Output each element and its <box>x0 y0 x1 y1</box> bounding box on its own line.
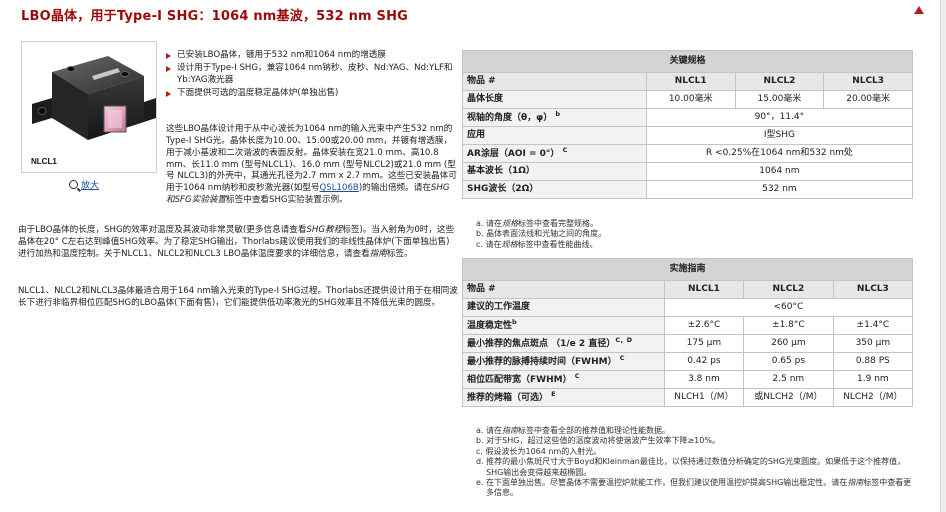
key-specs-title: 关键规格 <box>462 50 913 73</box>
p2-text-before: 由于LBO晶体的长度，SHG的效率对温度及其波动非常灵敏(更多信息请查看 <box>18 225 307 235</box>
spec-value: 175 μm <box>663 334 745 353</box>
spec-label: 应用 <box>462 126 647 145</box>
description-paragraph-1: 这些LBO晶体设计用于从中心波长为1064 nm的输入光束中产生532 nm的T… <box>166 124 458 207</box>
p1-text-after: 标签中查看SHG实验装置示例。 <box>226 195 348 206</box>
spec-label: 建议的工作温度 <box>462 298 665 317</box>
footnote: c. 假设波长为1064 nm的入射光。 <box>476 446 602 456</box>
spec-value: 0.65 ps <box>743 352 834 371</box>
spec-value: 0.42 ps <box>663 352 745 371</box>
spec-value: R <0.25%在1064 nm和532 nm处 <box>645 144 914 163</box>
spec-value: NLCH1（/M） <box>663 388 745 407</box>
magnifier-icon <box>69 180 78 189</box>
spec-value: 或NLCH2（/M） <box>743 388 834 407</box>
shg-tutorial-tab-ref: SHG教程 <box>306 225 343 235</box>
lbo-crystal-mount-icon <box>32 56 156 140</box>
operating-specs-col-nlcl1: NLCL1 <box>663 280 745 299</box>
operating-specs-col-nlcl3: NLCL3 <box>832 280 914 299</box>
product-image[interactable]: NLCL1 <box>21 41 157 173</box>
spec-label: 最小推荐的焦点斑点 （1/e 2 直径）C，D <box>462 334 665 353</box>
table-row: 视轴的角度（θ，φ） b 90°，11.4° <box>462 108 914 127</box>
spec-label: 视轴的角度（θ，φ） b <box>462 108 647 127</box>
qsl106b-link[interactable]: QSL106B <box>320 183 359 193</box>
table-row: 基本波长（1Ω） 1064 nm <box>462 162 914 181</box>
table-row: 推荐的烤箱（可选） E NLCH1（/M） 或NLCH2（/M） NLCH2（/… <box>462 388 914 407</box>
table-row: 温度稳定性b ±2.6°C ±1.8°C ±1.4°C <box>462 316 914 335</box>
footnote: c. 请在规格标签中查看性能曲线。 <box>476 239 598 249</box>
spec-value: 532 nm <box>645 180 914 199</box>
spec-label: AR涂层（AOI = 0°） C <box>462 144 647 163</box>
spec-value: 3.8 nm <box>663 370 745 389</box>
spec-label: 晶体长度 <box>462 90 647 109</box>
guide-tab-ref: 指南 <box>369 248 387 259</box>
key-specs-footnotes: a. 请在规格标签中查看完整规格。 b. 晶体表面法线和光轴之间的角度。 c. … <box>476 219 906 250</box>
footnote: e. 在下面单独出售。尽管晶体不需要温控炉就能工作，但我们建议使用温控炉提高SH… <box>476 477 912 498</box>
spec-value: 10.00毫米 <box>645 90 736 109</box>
footnote: a. 请在规格标签中查看完整规格。 <box>476 219 598 228</box>
p2-text-after: 标签。 <box>386 248 413 259</box>
spec-value: 90°，11.4° <box>645 108 914 127</box>
key-specs-col-nlcl2: NLCL2 <box>734 72 825 91</box>
spec-value: 15.00毫米 <box>734 90 825 109</box>
spec-value: 2.5 nm <box>743 370 834 389</box>
footnote: d. 推荐的最小焦斑尺寸大于Boyd和Kleinman最佳比，以保持通过数值分析… <box>476 457 906 477</box>
table-row: 相位匹配带宽（FWHM） C 3.8 nm 2.5 nm 1.9 nm <box>462 370 914 389</box>
table-row: SHG波长（2Ω） 532 nm <box>462 180 914 199</box>
operating-specs-col-item: 物品 # <box>462 280 665 299</box>
feature-bullet-1: 已安装LBO晶体，镀用于532 nm和1064 nm的增透膜 <box>166 50 456 62</box>
table-row: 最小推荐的焦点斑点 （1/e 2 直径）C，D 175 μm 260 μm 35… <box>462 334 914 353</box>
spec-value: 260 μm <box>743 334 834 353</box>
spec-label: 基本波长（1Ω） <box>462 162 647 181</box>
spec-value: ±1.8°C <box>743 316 834 335</box>
key-specs-col-nlcl1: NLCL1 <box>645 72 736 91</box>
description-paragraph-2: 由于LBO晶体的长度，SHG的效率对温度及其波动非常灵敏(更多信息请查看SHG教… <box>18 225 458 261</box>
table-row: 最小推荐的脉搏持续时间（FWHM） C 0.42 ps 0.65 ps 0.88… <box>462 352 914 371</box>
spec-value: 20.00毫米 <box>823 90 913 109</box>
spec-label: 相位匹配带宽（FWHM） C <box>462 370 665 389</box>
key-specs-col-item: 物品 # <box>462 72 647 91</box>
table-row: AR涂层（AOI = 0°） C R <0.25%在1064 nm和532 nm… <box>462 144 914 163</box>
feature-bullet-3: 下面提供可选的温度稳定晶体炉(单独出售) <box>166 88 456 100</box>
feature-bullets: 已安装LBO晶体，镀用于532 nm和1064 nm的增透膜 设计用于Type-… <box>166 50 456 100</box>
operating-specs-col-nlcl2: NLCL2 <box>743 280 834 299</box>
operating-specs-table: 实施指南 物品 # NLCL1 NLCL2 NLCL3 建议的工作温度 <60°… <box>462 258 914 407</box>
spec-value: 350 μm <box>832 334 914 353</box>
p1-text-mid: )的输出倍频。请在 <box>358 183 431 194</box>
zoom-link[interactable]: 放大 <box>81 181 99 191</box>
spec-value: 1.9 nm <box>832 370 914 389</box>
spec-label: 最小推荐的脉搏持续时间（FWHM） C <box>462 352 665 371</box>
operating-specs-title: 实施指南 <box>462 258 913 281</box>
product-image-label: NLCL1 <box>31 156 57 166</box>
description-paragraph-3: NLCL1、NLCL2和NLCL3晶体最适合用于164 nm输入光束的Type-… <box>18 286 458 308</box>
spec-value: I型SHG <box>645 126 914 145</box>
operating-specs-footnotes: a. 请在指南标签中查看全部的推荐值和理论性能数据。 b. 对于SHG，超过这些… <box>476 426 912 499</box>
operating-specs-header-row: 物品 # NLCL1 NLCL2 NLCL3 <box>462 280 914 299</box>
table-row: 应用 I型SHG <box>462 126 914 145</box>
spec-value: <60°C <box>663 298 914 317</box>
footnote: a. 请在指南标签中查看全部的推荐值和理论性能数据。 <box>476 426 670 435</box>
footnote: b. 对于SHG，超过这些值的温度波动将使谐波产生效率下降≥10%。 <box>476 436 720 446</box>
spec-value: 0.88 PS <box>832 352 914 371</box>
spec-value: ±2.6°C <box>663 316 745 335</box>
zoom-link-wrapper[interactable]: 放大 <box>69 180 99 192</box>
spec-label: 推荐的烤箱（可选） E <box>462 388 665 407</box>
spec-value: 1064 nm <box>645 162 914 181</box>
page-title: LBO晶体，用于Type-I SHG：1064 nm基波，532 nm SHG <box>21 9 409 24</box>
feature-bullet-2: 设计用于Type-I SHG，兼容1064 nm钠秒、皮秒、Nd:YAG、Nd:… <box>166 63 456 87</box>
key-specs-header-row: 物品 # NLCL1 NLCL2 NLCL3 <box>462 72 913 91</box>
spec-label: SHG波长（2Ω） <box>462 180 647 199</box>
key-specs-table: 关键规格 物品 # NLCL1 NLCL2 NLCL3 晶体长度 10.00毫米… <box>462 50 914 199</box>
table-row: 建议的工作温度 <60°C <box>462 298 914 317</box>
footnote: b. 晶体表面法线和光轴之间的角度。 <box>476 229 607 239</box>
key-specs-col-nlcl3: NLCL3 <box>823 72 913 91</box>
spec-value: NLCH2（/M） <box>832 388 914 407</box>
table-row: 晶体长度 10.00毫米 15.00毫米 20.00毫米 <box>462 90 913 109</box>
spec-label: 温度稳定性b <box>462 316 665 335</box>
page-scrollbar[interactable] <box>940 0 946 512</box>
spec-value: ±1.4°C <box>832 316 914 335</box>
back-to-top-arrow-icon[interactable] <box>914 6 924 14</box>
